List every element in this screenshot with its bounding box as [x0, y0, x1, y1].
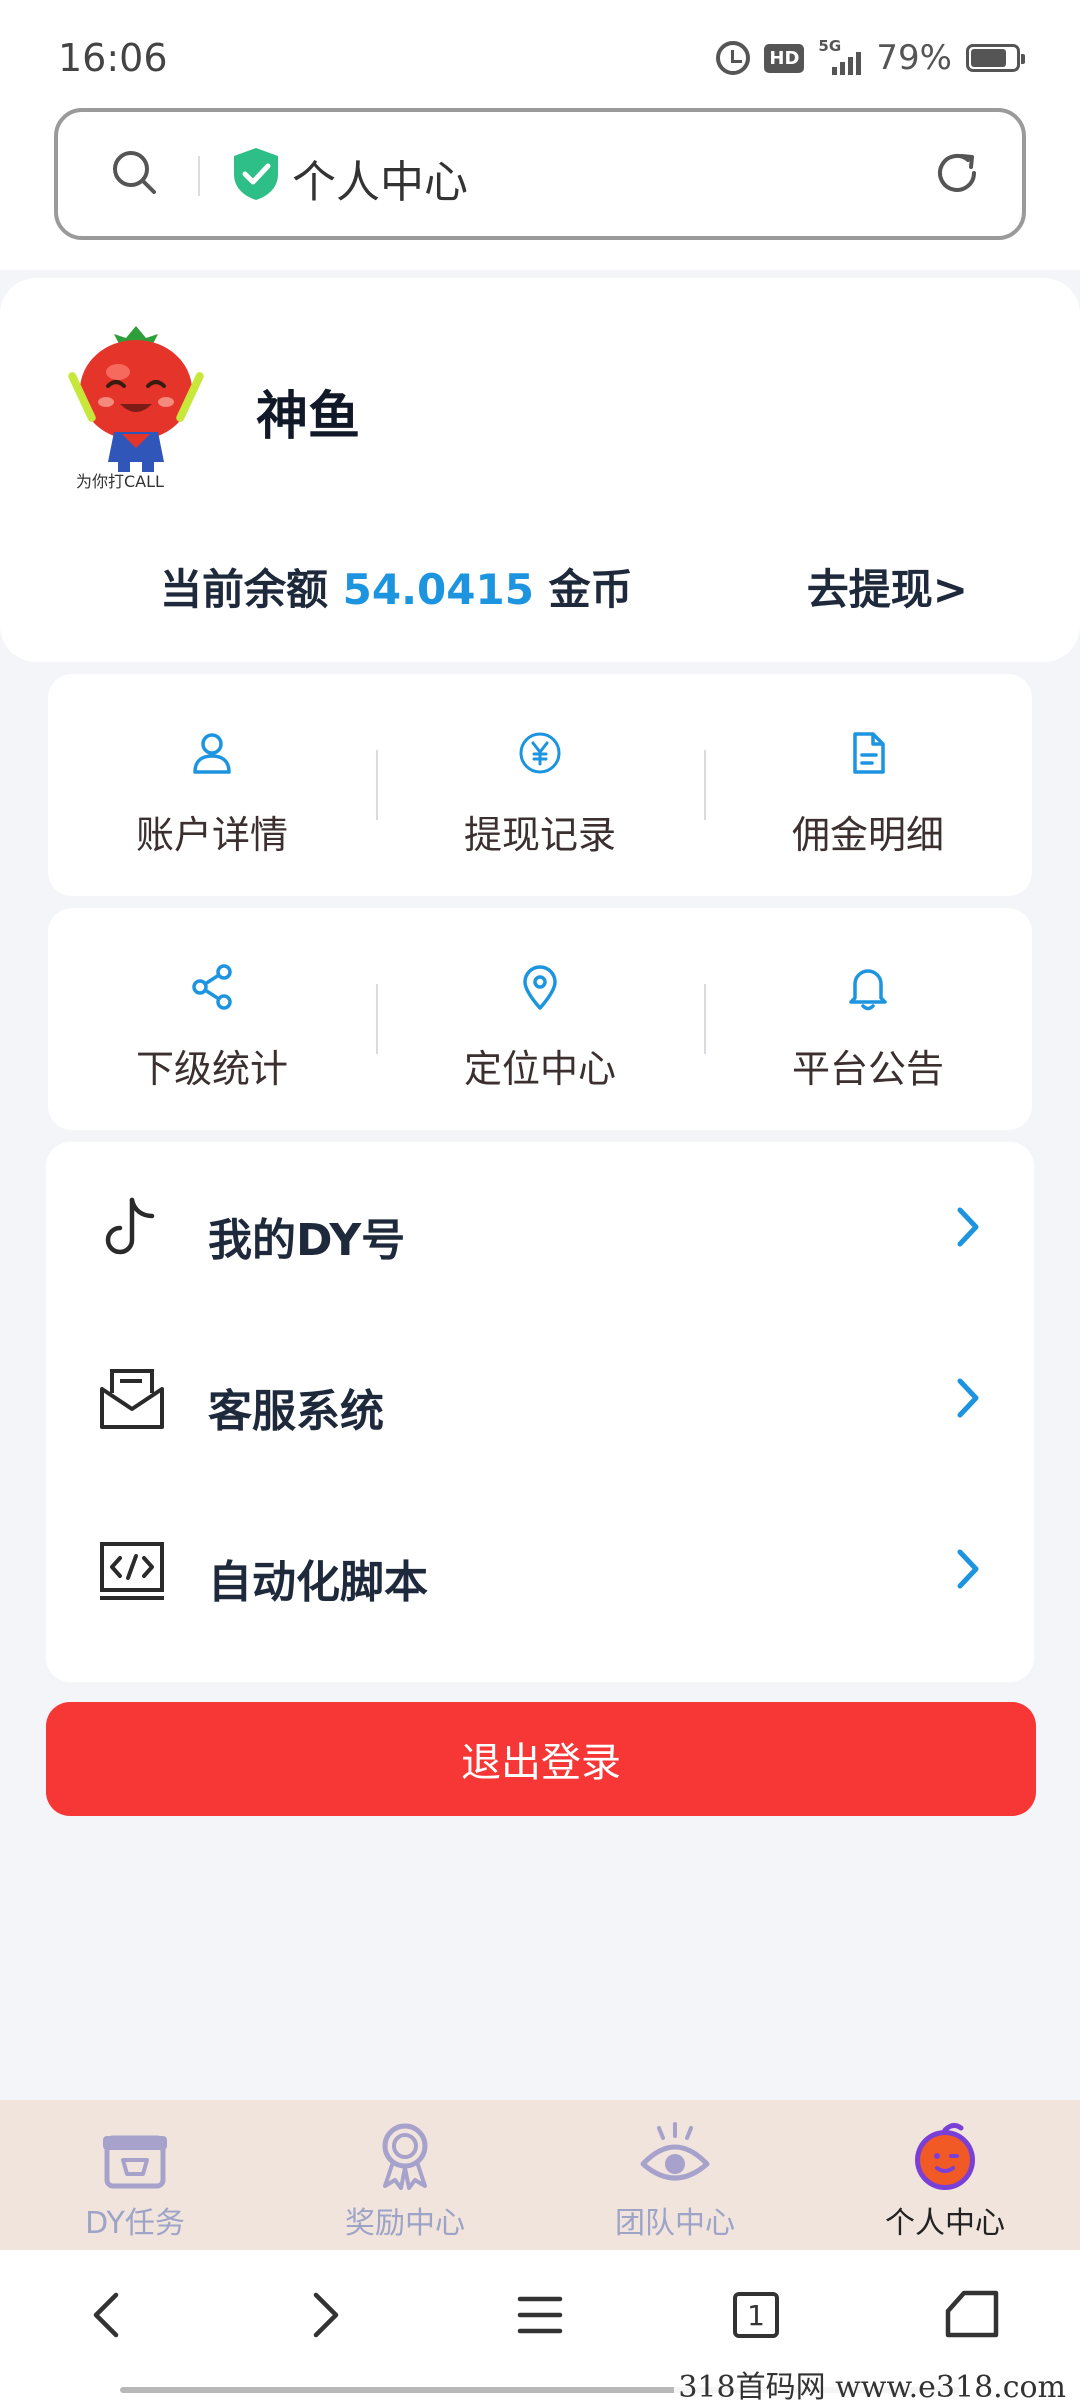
search-icon[interactable] — [110, 148, 158, 196]
tiktok-icon — [105, 1197, 155, 1255]
chevron-left-icon — [93, 2292, 119, 2338]
balance-label: 当前余额 — [160, 565, 329, 614]
signal-icon: 5G — [818, 37, 862, 75]
subordinate-stats-button[interactable]: 下级统计 — [48, 908, 376, 1130]
chevron-right-icon — [957, 1378, 979, 1418]
gift-box-icon — [103, 2135, 167, 2189]
balance-unit: 金币 — [548, 565, 633, 614]
grid-label: 下级统计 — [135, 1047, 288, 1091]
grid-label: 账户详情 — [135, 813, 288, 857]
hd-icon: HD — [764, 43, 805, 73]
bottom-tab-bar: DY任务 奖励中心 团队中心 个人中心 — [0, 2100, 1080, 2250]
balance-value: 54.0415 — [342, 565, 534, 614]
avatar[interactable] — [66, 320, 206, 480]
grid-label: 平台公告 — [791, 1047, 944, 1091]
balance-row: 当前余额 54.0415 金币 — [160, 556, 633, 617]
share-icon — [192, 964, 232, 1010]
platform-announcements-button[interactable]: 平台公告 — [704, 908, 1032, 1130]
medal-icon — [382, 2123, 428, 2190]
grid-label: 提现记录 — [463, 813, 616, 857]
menu-item-dy-account[interactable]: 我的DY号 — [46, 1156, 1034, 1296]
grid-label: 佣金明细 — [791, 813, 944, 857]
hamburger-icon — [517, 2296, 563, 2334]
tab-label: 个人中心 — [885, 2206, 1005, 2241]
tab-team-center[interactable]: 团队中心 — [540, 2100, 810, 2250]
watermark: 318首码网 www.e318.com — [674, 2362, 1070, 2400]
chevron-right-icon — [957, 1207, 979, 1247]
account-shortcuts: 账户详情 提现记录 佣金明细 — [48, 674, 1032, 896]
document-icon — [853, 732, 885, 774]
tab-label: 奖励中心 — [345, 2206, 465, 2241]
chevron-right-icon — [313, 2292, 339, 2338]
location-pin-icon — [523, 965, 557, 1010]
menu-label: 客服系统 — [208, 1386, 384, 1437]
menu-label: 我的DY号 — [208, 1215, 406, 1266]
home-icon — [945, 2290, 999, 2338]
eye-icon — [640, 2122, 710, 2181]
status-time: 16:06 — [58, 36, 168, 80]
logout-button[interactable]: 退出登录 — [46, 1702, 1036, 1816]
account-details-button[interactable]: 账户详情 — [48, 674, 376, 896]
location-center-button[interactable]: 定位中心 — [376, 908, 704, 1130]
address-title: 个人中心 — [292, 157, 468, 208]
back-button[interactable] — [0, 2250, 216, 2400]
tab-dy-tasks[interactable]: DY任务 — [0, 2100, 270, 2250]
withdraw-link[interactable]: 去提现> — [807, 556, 968, 617]
shield-check-icon — [234, 148, 278, 200]
code-icon — [100, 1542, 164, 1600]
menu-button[interactable] — [432, 2250, 648, 2400]
orange-face-icon — [915, 2122, 975, 2190]
alarm-icon — [716, 41, 751, 75]
menu-item-customer-service[interactable]: 客服系统 — [46, 1327, 1034, 1467]
commission-details-button[interactable]: 佣金明细 — [704, 674, 1032, 896]
grid-label: 定位中心 — [463, 1047, 616, 1091]
tabs-count: 1 — [733, 2292, 779, 2338]
tab-personal-center[interactable]: 个人中心 — [810, 2100, 1080, 2250]
address-bar[interactable]: 个人中心 — [54, 108, 1026, 240]
profile-card: 为你打CALL 神鱼 当前余额 54.0415 金币 去提现> — [0, 278, 1080, 662]
menu-list: 我的DY号 客服系统 自动化脚本 — [46, 1142, 1034, 1682]
bell-icon — [849, 969, 887, 1011]
username: 神鱼 — [256, 387, 361, 447]
status-indicators: HD 5G 79% — [716, 37, 1025, 78]
forward-button[interactable] — [216, 2250, 432, 2400]
tab-label: DY任务 — [85, 2206, 185, 2241]
team-shortcuts: 下级统计 定位中心 平台公告 — [48, 908, 1032, 1130]
reload-icon[interactable] — [932, 148, 982, 198]
status-bar: 16:06 HD 5G 79% — [0, 0, 1080, 110]
yen-circle-icon — [519, 732, 561, 774]
chevron-right-icon — [957, 1549, 979, 1589]
user-icon — [193, 733, 231, 774]
mail-tray-icon — [100, 1369, 164, 1429]
menu-item-automation-scripts[interactable]: 自动化脚本 — [46, 1498, 1034, 1638]
avatar-caption: 为你打CALL — [76, 472, 164, 491]
tab-label: 团队中心 — [615, 2206, 735, 2241]
menu-label: 自动化脚本 — [208, 1557, 428, 1608]
divider — [198, 156, 200, 196]
battery-icon — [966, 44, 1025, 72]
battery-percent: 79% — [876, 38, 952, 78]
tab-rewards-center[interactable]: 奖励中心 — [270, 2100, 540, 2250]
withdraw-records-button[interactable]: 提现记录 — [376, 674, 704, 896]
